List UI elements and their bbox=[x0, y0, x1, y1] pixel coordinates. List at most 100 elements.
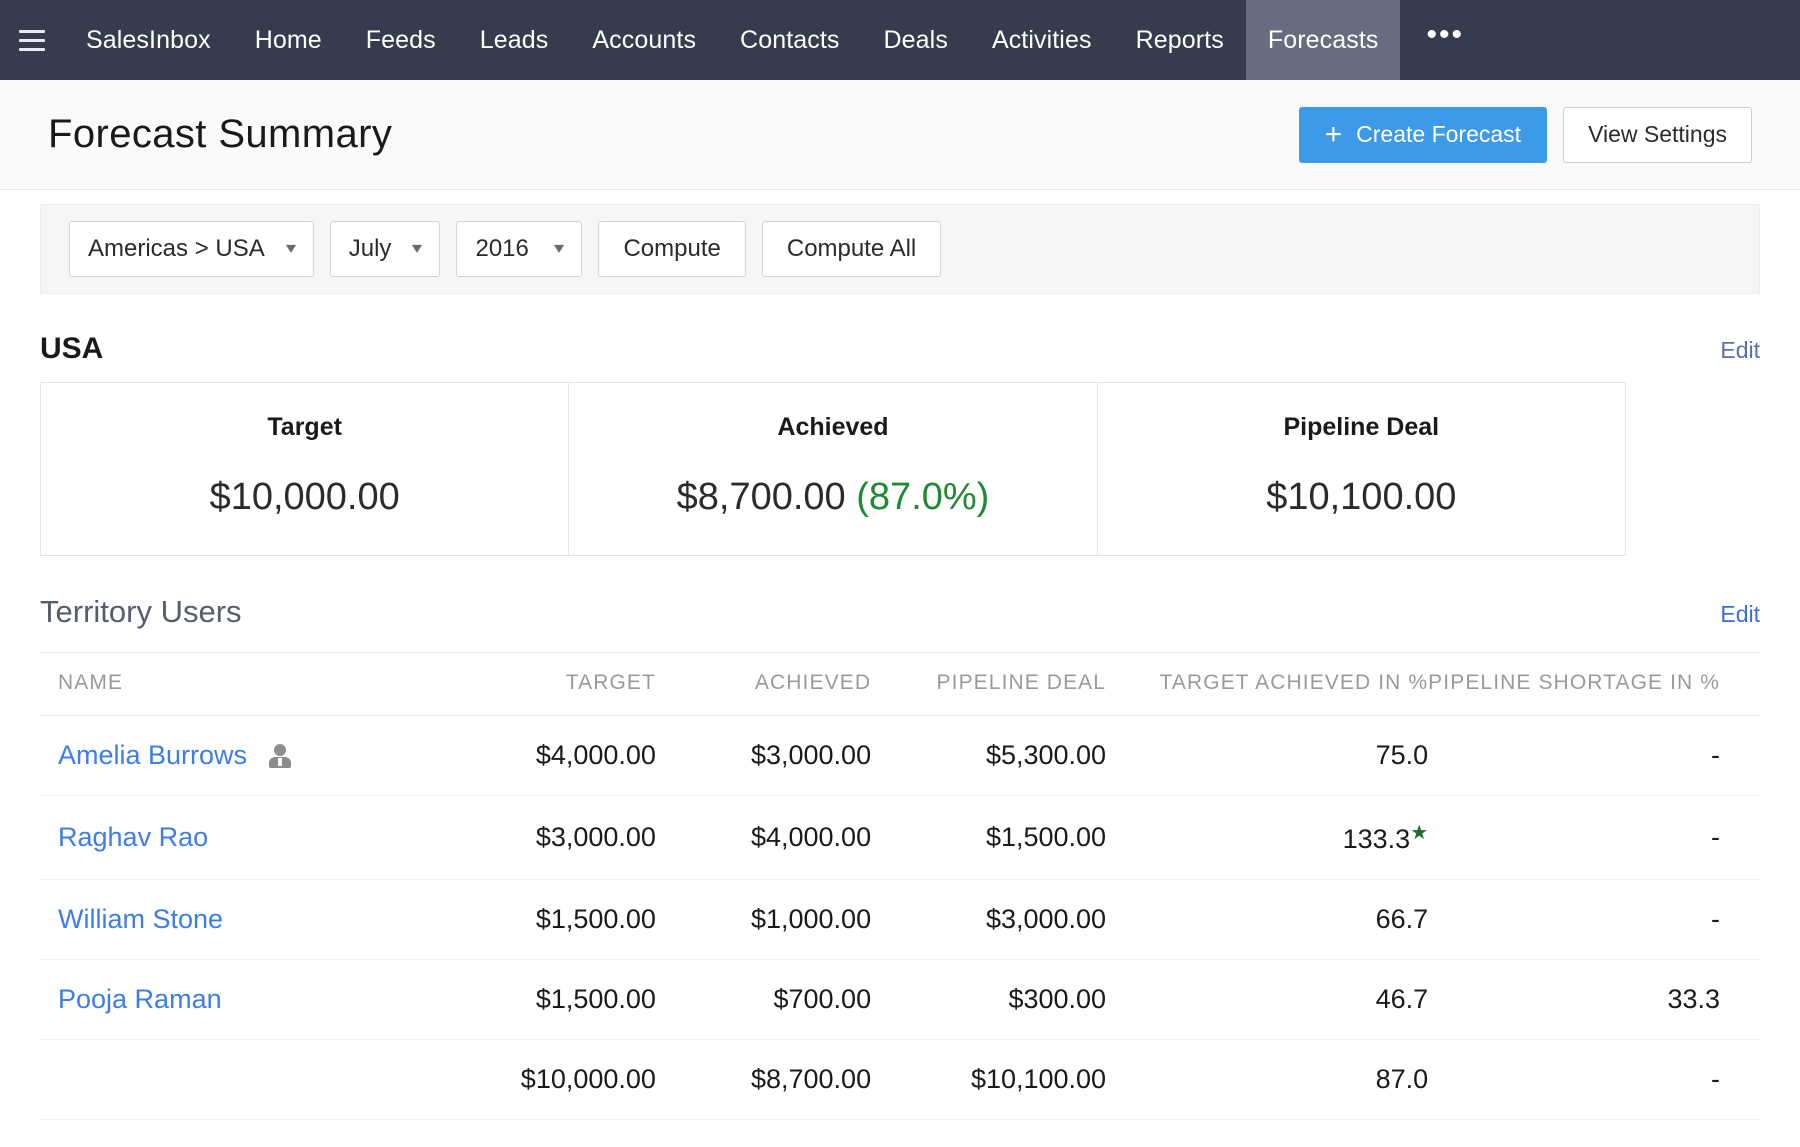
year-select-value: 2016 bbox=[475, 235, 528, 263]
table-row: Pooja Raman $1,500.00 $700.00 $300.00 46… bbox=[40, 960, 1760, 1040]
cell-totals-pipeline-shortage-pct: - bbox=[1428, 1040, 1760, 1120]
nav-item-home[interactable]: Home bbox=[233, 0, 344, 80]
column-header-achieved[interactable]: ACHIEVED bbox=[656, 653, 871, 716]
cell-name: Raghav Rao bbox=[40, 796, 440, 880]
cell-target-achieved-pct: 133.3★ bbox=[1106, 796, 1428, 880]
summary-card-value: $10,100.00 bbox=[1108, 476, 1615, 519]
pipeline-deal-amount: $10,100.00 bbox=[1266, 476, 1456, 518]
table-row: William Stone $1,500.00 $1,000.00 $3,000… bbox=[40, 880, 1760, 960]
territory-summary-header: USA Edit bbox=[40, 332, 1760, 366]
summary-card-value: $8,700.00 (87.0%) bbox=[579, 476, 1086, 519]
column-header-name[interactable]: NAME bbox=[40, 653, 440, 716]
cell-name: Amelia Burrows bbox=[40, 716, 440, 796]
nav-item-forecasts[interactable]: Forecasts bbox=[1246, 0, 1401, 80]
main-content: USA Edit Target $10,000.00 Achieved $8,7… bbox=[0, 332, 1800, 1120]
user-link[interactable]: Raghav Rao bbox=[58, 822, 208, 852]
target-achieved-value: 133.3 bbox=[1343, 824, 1411, 854]
column-header-pipeline-deal[interactable]: PIPELINE DEAL bbox=[871, 653, 1106, 716]
chevron-down-icon: ▾ bbox=[286, 241, 296, 257]
territory-users-header: Territory Users Edit bbox=[40, 594, 1760, 630]
summary-card-target: Target $10,000.00 bbox=[41, 383, 569, 555]
cell-pipeline-shortage-pct: - bbox=[1428, 796, 1760, 880]
cell-pipeline-deal[interactable]: $1,500.00 bbox=[871, 796, 1106, 880]
nav-item-accounts[interactable]: Accounts bbox=[570, 0, 718, 80]
cell-target: $4,000.00 bbox=[440, 716, 656, 796]
table-body: Amelia Burrows $4,000.00 $3,000.00 $5,30… bbox=[40, 716, 1760, 1120]
hamburger-line bbox=[19, 48, 45, 51]
cell-achieved[interactable]: $1,000.00 bbox=[656, 880, 871, 960]
nav-item-leads[interactable]: Leads bbox=[458, 0, 571, 80]
chevron-down-icon: ▾ bbox=[554, 241, 564, 257]
hamburger-line bbox=[19, 39, 45, 42]
table-totals-row: $10,000.00 $8,700.00 $10,100.00 87.0 - bbox=[40, 1040, 1760, 1120]
cell-totals-pipeline-deal: $10,100.00 bbox=[871, 1040, 1106, 1120]
cell-achieved[interactable]: $3,000.00 bbox=[656, 716, 871, 796]
table-row: Raghav Rao $3,000.00 $4,000.00 $1,500.00… bbox=[40, 796, 1760, 880]
user-link[interactable]: William Stone bbox=[58, 904, 223, 934]
territory-users-table: NAME TARGET ACHIEVED PIPELINE DEAL TARGE… bbox=[40, 652, 1760, 1120]
column-header-target[interactable]: TARGET bbox=[440, 653, 656, 716]
cell-achieved[interactable]: $700.00 bbox=[656, 960, 871, 1040]
nav-item-contacts[interactable]: Contacts bbox=[718, 0, 861, 80]
cell-pipeline-shortage-pct: - bbox=[1428, 880, 1760, 960]
user-link[interactable]: Pooja Raman bbox=[58, 984, 222, 1014]
territory-name: USA bbox=[40, 332, 1720, 366]
page-header: Forecast Summary + Create Forecast View … bbox=[0, 80, 1800, 190]
cell-pipeline-shortage-pct: 33.3 bbox=[1428, 960, 1760, 1040]
chevron-down-icon: ▾ bbox=[412, 241, 422, 257]
create-forecast-button[interactable]: + Create Forecast bbox=[1299, 107, 1547, 163]
cell-pipeline-deal[interactable]: $3,000.00 bbox=[871, 880, 1106, 960]
user-icon bbox=[269, 744, 291, 768]
column-header-target-achieved-pct[interactable]: TARGET ACHIEVED IN % bbox=[1106, 653, 1428, 716]
cell-target: $3,000.00 bbox=[440, 796, 656, 880]
hamburger-line bbox=[19, 30, 45, 33]
compute-button[interactable]: Compute bbox=[598, 221, 745, 277]
cell-totals-achieved: $8,700.00 bbox=[656, 1040, 871, 1120]
edit-summary-link[interactable]: Edit bbox=[1720, 337, 1760, 364]
achieved-percent: (87.0%) bbox=[856, 476, 989, 518]
cell-pipeline-deal[interactable]: $300.00 bbox=[871, 960, 1106, 1040]
nav-more-icon[interactable]: ••• bbox=[1400, 0, 1490, 80]
nav-item-deals[interactable]: Deals bbox=[862, 0, 970, 80]
territory-select-value: Americas > USA bbox=[88, 235, 265, 263]
column-header-pipeline-shortage-pct[interactable]: PIPELINE SHORTAGE IN % bbox=[1428, 653, 1760, 716]
nav-item-salesinbox[interactable]: SalesInbox bbox=[64, 0, 233, 80]
table-row: Amelia Burrows $4,000.00 $3,000.00 $5,30… bbox=[40, 716, 1760, 796]
year-select[interactable]: 2016 ▾ bbox=[456, 221, 582, 277]
month-select[interactable]: July ▾ bbox=[330, 221, 441, 277]
top-navigation-bar: SalesInbox Home Feeds Leads Accounts Con… bbox=[0, 0, 1800, 80]
hamburger-menu-icon[interactable] bbox=[0, 0, 64, 80]
create-forecast-label: Create Forecast bbox=[1356, 121, 1521, 148]
cell-target: $1,500.00 bbox=[440, 880, 656, 960]
user-icon-notch bbox=[278, 758, 282, 766]
compute-all-button[interactable]: Compute All bbox=[762, 221, 941, 277]
territory-select[interactable]: Americas > USA ▾ bbox=[69, 221, 314, 277]
table-header-row: NAME TARGET ACHIEVED PIPELINE DEAL TARGE… bbox=[40, 653, 1760, 716]
cell-pipeline-shortage-pct: - bbox=[1428, 716, 1760, 796]
plus-icon: + bbox=[1325, 120, 1343, 150]
cell-totals-target-achieved-pct: 87.0 bbox=[1106, 1040, 1428, 1120]
nav-item-feeds[interactable]: Feeds bbox=[344, 0, 458, 80]
summary-card-value: $10,000.00 bbox=[51, 476, 558, 519]
view-settings-button[interactable]: View Settings bbox=[1563, 107, 1752, 163]
star-icon: ★ bbox=[1410, 822, 1428, 844]
cell-name: Pooja Raman bbox=[40, 960, 440, 1040]
filter-bar-wrapper: Americas > USA ▾ July ▾ 2016 ▾ Compute C… bbox=[0, 190, 1800, 294]
cell-target-achieved-pct: 75.0 bbox=[1106, 716, 1428, 796]
cell-pipeline-deal[interactable]: $5,300.00 bbox=[871, 716, 1106, 796]
territory-users-title: Territory Users bbox=[40, 594, 1720, 630]
summary-card-achieved: Achieved $8,700.00 (87.0%) bbox=[569, 383, 1097, 555]
cell-totals-name bbox=[40, 1040, 440, 1120]
summary-card-label: Pipeline Deal bbox=[1108, 413, 1615, 442]
cell-name: William Stone bbox=[40, 880, 440, 960]
nav-item-activities[interactable]: Activities bbox=[970, 0, 1114, 80]
summary-card-label: Achieved bbox=[579, 413, 1086, 442]
user-icon-head bbox=[274, 744, 286, 756]
user-link[interactable]: Amelia Burrows bbox=[58, 740, 247, 770]
summary-card-label: Target bbox=[51, 413, 558, 442]
cell-achieved[interactable]: $4,000.00 bbox=[656, 796, 871, 880]
cell-target-achieved-pct: 46.7 bbox=[1106, 960, 1428, 1040]
cell-totals-target: $10,000.00 bbox=[440, 1040, 656, 1120]
nav-item-reports[interactable]: Reports bbox=[1114, 0, 1246, 80]
edit-territory-users-link[interactable]: Edit bbox=[1720, 601, 1760, 628]
